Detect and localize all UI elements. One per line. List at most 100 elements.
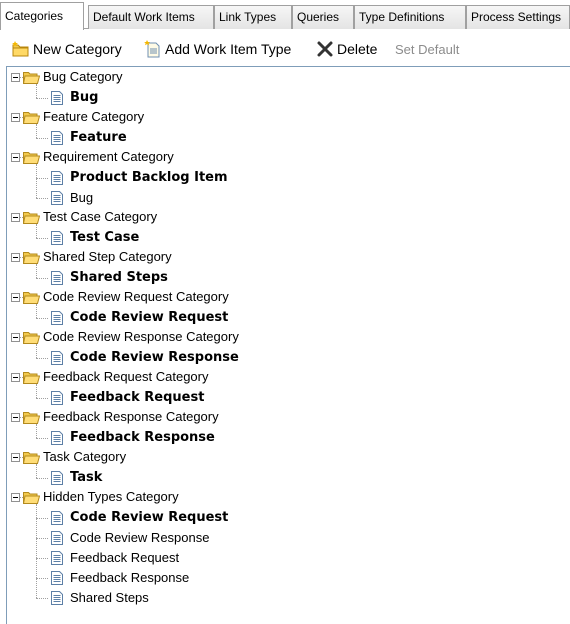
- tree-connector: [36, 598, 48, 599]
- tree-connector: [36, 518, 48, 519]
- tab-label: Process Settings: [471, 10, 562, 24]
- tree-item-row[interactable]: Shared Steps: [7, 268, 567, 288]
- collapse-toggle-icon[interactable]: [11, 333, 20, 342]
- tree-category-row[interactable]: Feedback Response Category: [7, 408, 567, 428]
- default-work-item-label: Feature: [70, 130, 127, 145]
- tree-connector: [36, 424, 37, 438]
- default-work-item-label: Test Case: [70, 230, 140, 245]
- category-label: Code Review Response Category: [43, 329, 239, 344]
- new-folder-icon: [12, 41, 29, 57]
- category-label: Code Review Request Category: [43, 289, 229, 304]
- tab-queries[interactable]: Queries: [292, 5, 354, 29]
- tree-connector: [36, 578, 48, 579]
- default-work-item-label: Code Review Request: [70, 310, 229, 325]
- tree-category-row[interactable]: Feedback Request Category: [7, 368, 567, 388]
- work-item-label: Bug: [70, 190, 94, 205]
- add-document-icon: [144, 40, 160, 58]
- tree-connector: [36, 344, 37, 358]
- document-icon: [51, 511, 63, 525]
- tree-connector: [36, 304, 37, 318]
- tree-item-row[interactable]: Bug: [7, 188, 567, 208]
- tree-category-row[interactable]: Bug Category: [7, 68, 567, 88]
- default-work-item-label: Code Review Request: [70, 510, 229, 525]
- default-work-item-label: Product Backlog Item: [70, 170, 228, 185]
- tree-connector: [36, 238, 48, 239]
- folder-icon: [22, 70, 41, 84]
- tree-category-row[interactable]: Test Case Category: [7, 208, 567, 228]
- tree-connector: [36, 264, 37, 278]
- tab-process-settings[interactable]: Process Settings: [466, 5, 570, 29]
- work-item-label: Feedback Request: [70, 550, 180, 565]
- tree-item-row[interactable]: Shared Steps: [7, 588, 567, 608]
- tab-link-types[interactable]: Link Types: [214, 5, 292, 29]
- tree-category-row[interactable]: Task Category: [7, 448, 567, 468]
- tab-label: Categories: [5, 9, 64, 23]
- collapse-toggle-icon[interactable]: [11, 373, 20, 382]
- tree-item-row[interactable]: Feedback Response: [7, 428, 567, 448]
- tab-default-work-items[interactable]: Default Work Items: [88, 5, 214, 29]
- document-icon: [51, 351, 63, 365]
- new-category-button[interactable]: New Category: [12, 39, 122, 59]
- tree-item-row[interactable]: Feedback Request: [7, 548, 567, 568]
- collapse-toggle-icon[interactable]: [11, 153, 20, 162]
- tree-connector: [36, 278, 48, 279]
- default-work-item-label: Shared Steps: [70, 270, 168, 285]
- tree-connector: [36, 178, 48, 179]
- tree-connector: [36, 98, 48, 99]
- tree-item-row[interactable]: Code Review Request: [7, 308, 567, 328]
- default-work-item-label: Task: [70, 470, 103, 485]
- document-icon: [51, 551, 63, 565]
- tree-connector: [36, 504, 37, 598]
- collapse-toggle-icon[interactable]: [11, 413, 20, 422]
- collapse-toggle-icon[interactable]: [11, 493, 20, 502]
- add-work-item-type-button[interactable]: Add Work Item Type: [144, 39, 291, 59]
- category-tree[interactable]: Bug Category Bug Feature Category Feature Re…: [6, 66, 570, 624]
- tree-item-row[interactable]: Bug: [7, 88, 567, 108]
- tab-label: Link Types: [219, 10, 277, 24]
- tree-connector: [36, 124, 37, 138]
- tab-categories[interactable]: Categories: [0, 2, 84, 30]
- tree-item-row[interactable]: Feature: [7, 128, 567, 148]
- collapse-toggle-icon[interactable]: [11, 113, 20, 122]
- delete-button[interactable]: Delete: [316, 39, 377, 59]
- folder-icon: [22, 330, 41, 344]
- work-item-label: Shared Steps: [70, 590, 149, 605]
- collapse-toggle-icon[interactable]: [11, 73, 20, 82]
- tree-connector: [36, 464, 37, 478]
- set-default-button[interactable]: Set Default: [395, 39, 459, 59]
- tree-connector: [36, 164, 37, 198]
- tab-type-definitions[interactable]: Type Definitions: [354, 5, 466, 29]
- tree-item-row[interactable]: Test Case: [7, 228, 567, 248]
- default-work-item-label: Code Review Response: [70, 350, 239, 365]
- tree-connector: [36, 198, 48, 199]
- tree-item-row[interactable]: Task: [7, 468, 567, 488]
- document-icon: [51, 231, 63, 245]
- new-category-label: New Category: [33, 41, 122, 57]
- folder-icon: [22, 150, 41, 164]
- collapse-toggle-icon[interactable]: [11, 213, 20, 222]
- document-icon: [51, 311, 63, 325]
- tree-category-row[interactable]: Code Review Request Category: [7, 288, 567, 308]
- tree-category-row[interactable]: Code Review Response Category: [7, 328, 567, 348]
- tree-category-row[interactable]: Hidden Types Category: [7, 488, 567, 508]
- tree-item-row[interactable]: Feedback Response: [7, 568, 567, 588]
- category-label: Requirement Category: [43, 149, 174, 164]
- collapse-toggle-icon[interactable]: [11, 253, 20, 262]
- collapse-toggle-icon[interactable]: [11, 293, 20, 302]
- tree-category-row[interactable]: Shared Step Category: [7, 248, 567, 268]
- collapse-toggle-icon[interactable]: [11, 453, 20, 462]
- tree-item-row[interactable]: Product Backlog Item: [7, 168, 567, 188]
- tree-item-row[interactable]: Feedback Request: [7, 388, 567, 408]
- tree-connector: [36, 84, 37, 98]
- tree-item-row[interactable]: Code Review Response: [7, 528, 567, 548]
- tree-item-row[interactable]: Code Review Response: [7, 348, 567, 368]
- tree-category-row[interactable]: Feature Category: [7, 108, 567, 128]
- folder-icon: [22, 370, 41, 384]
- work-item-label: Code Review Response: [70, 530, 210, 545]
- tab-label: Type Definitions: [359, 10, 445, 24]
- tab-label: Queries: [297, 10, 340, 24]
- tree-connector: [36, 138, 48, 139]
- default-work-item-label: Feedback Request: [70, 390, 205, 405]
- tree-category-row[interactable]: Requirement Category: [7, 148, 567, 168]
- tree-item-row[interactable]: Code Review Request: [7, 508, 567, 528]
